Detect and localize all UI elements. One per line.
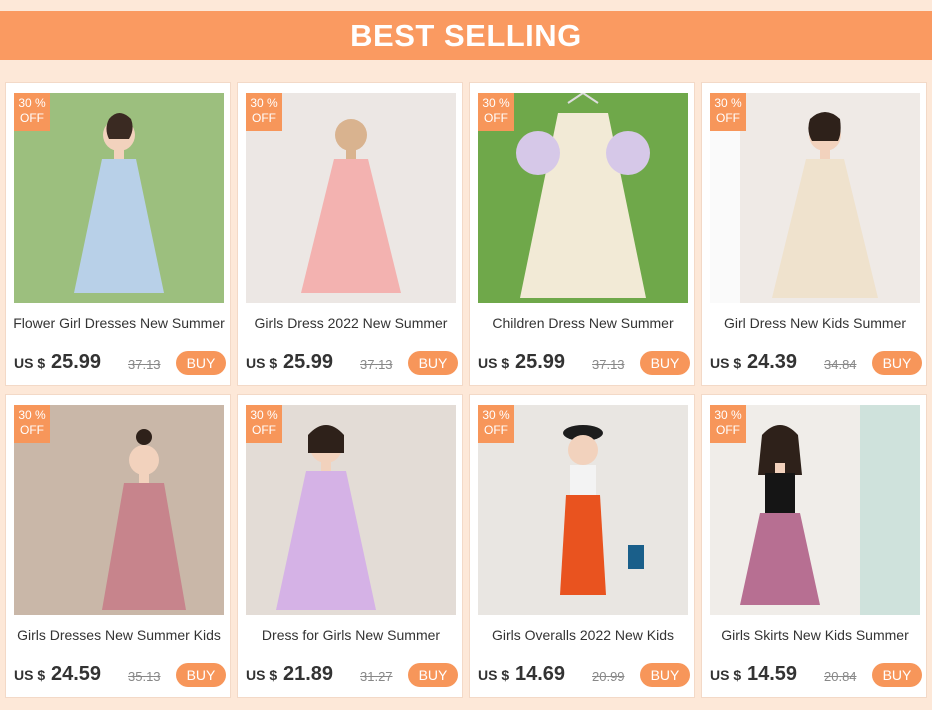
original-price: 37.13 (128, 357, 161, 372)
product-card[interactable]: 30 % OFF Girls Overalls 2022 New Kids US… (469, 394, 695, 698)
product-card[interactable]: 30 % OFF Girls Dresses New Summer Kids U… (5, 394, 231, 698)
currency-label: US $ (246, 667, 278, 683)
sale-price: 14.69 (515, 663, 566, 685)
currency-label: US $ (246, 355, 278, 371)
best-selling-banner: BEST SELLING (0, 11, 932, 60)
buy-button[interactable]: BUY (176, 351, 226, 375)
top-strip (0, 0, 932, 9)
sale-price: 24.39 (747, 351, 798, 373)
discount-badge: 30 % OFF (710, 405, 746, 443)
sale-price: 21.89 (283, 663, 334, 685)
buy-button[interactable]: BUY (640, 663, 690, 687)
product-card[interactable]: 30 % OFF Dress for Girls New Summer US $… (237, 394, 463, 698)
product-title[interactable]: Children Dress New Summer (474, 315, 692, 331)
product-title[interactable]: Girls Overalls 2022 New Kids (474, 627, 692, 643)
buy-button[interactable]: BUY (176, 663, 226, 687)
original-price: 20.99 (592, 669, 625, 684)
sale-price: 24.59 (51, 663, 102, 685)
sale-price: 14.59 (747, 663, 798, 685)
discount-badge: 30 % OFF (710, 93, 746, 131)
discount-badge: 30 % OFF (14, 405, 50, 443)
product-card[interactable]: 30 % OFF Girls Dress 2022 New Summer US … (237, 82, 463, 386)
sale-price: 25.99 (51, 351, 102, 373)
product-title[interactable]: Flower Girl Dresses New Summer (10, 315, 228, 331)
original-price: 37.13 (592, 357, 625, 372)
product-card[interactable]: 30 % OFF Girl Dress New Kids Summer US $… (701, 82, 927, 386)
buy-button[interactable]: BUY (640, 351, 690, 375)
currency-label: US $ (478, 667, 510, 683)
product-title[interactable]: Girls Dresses New Summer Kids (10, 627, 228, 643)
currency-label: US $ (710, 355, 742, 371)
product-title[interactable]: Girls Dress 2022 New Summer (242, 315, 460, 331)
buy-button[interactable]: BUY (872, 351, 922, 375)
buy-button[interactable]: BUY (408, 351, 458, 375)
discount-badge: 30 % OFF (14, 93, 50, 131)
currency-label: US $ (14, 355, 46, 371)
original-price: 37.13 (360, 357, 393, 372)
product-title[interactable]: Girl Dress New Kids Summer (706, 315, 924, 331)
sale-price: 25.99 (283, 351, 334, 373)
original-price: 31.27 (360, 669, 393, 684)
discount-badge: 30 % OFF (478, 405, 514, 443)
banner-title: BEST SELLING (350, 17, 582, 53)
currency-label: US $ (478, 355, 510, 371)
buy-button[interactable]: BUY (408, 663, 458, 687)
product-title[interactable]: Dress for Girls New Summer (242, 627, 460, 643)
original-price: 34.84 (824, 357, 857, 372)
discount-badge: 30 % OFF (246, 93, 282, 131)
original-price: 35.13 (128, 669, 161, 684)
currency-label: US $ (710, 667, 742, 683)
product-card[interactable]: 30 % OFF Flower Girl Dresses New Summer … (5, 82, 231, 386)
original-price: 20.84 (824, 669, 857, 684)
discount-badge: 30 % OFF (478, 93, 514, 131)
product-title[interactable]: Girls Skirts New Kids Summer (706, 627, 924, 643)
buy-button[interactable]: BUY (872, 663, 922, 687)
discount-badge: 30 % OFF (246, 405, 282, 443)
product-grid: 30 % OFF Flower Girl Dresses New Summer … (5, 82, 927, 698)
sale-price: 25.99 (515, 351, 566, 373)
product-card[interactable]: 30 % OFF Girls Skirts New Kids Summer US… (701, 394, 927, 698)
currency-label: US $ (14, 667, 46, 683)
product-card[interactable]: 30 % OFF Children Dress New Summer US $ … (469, 82, 695, 386)
